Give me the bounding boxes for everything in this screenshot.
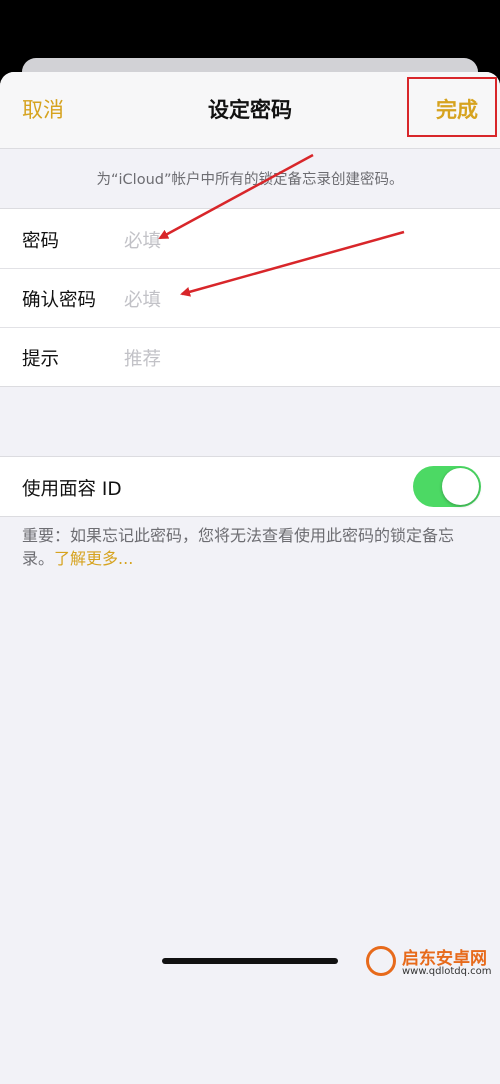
home-indicator bbox=[162, 958, 338, 964]
watermark-url: www.qdlotdq.com bbox=[402, 966, 492, 977]
watermark-logo-icon bbox=[366, 946, 396, 976]
arrow-to-password bbox=[158, 153, 314, 240]
annotation-arrows bbox=[158, 153, 405, 297]
arrow-to-confirm-password bbox=[180, 230, 405, 297]
watermark: 启东安卓网 www.qdlotdq.com bbox=[366, 942, 496, 982]
